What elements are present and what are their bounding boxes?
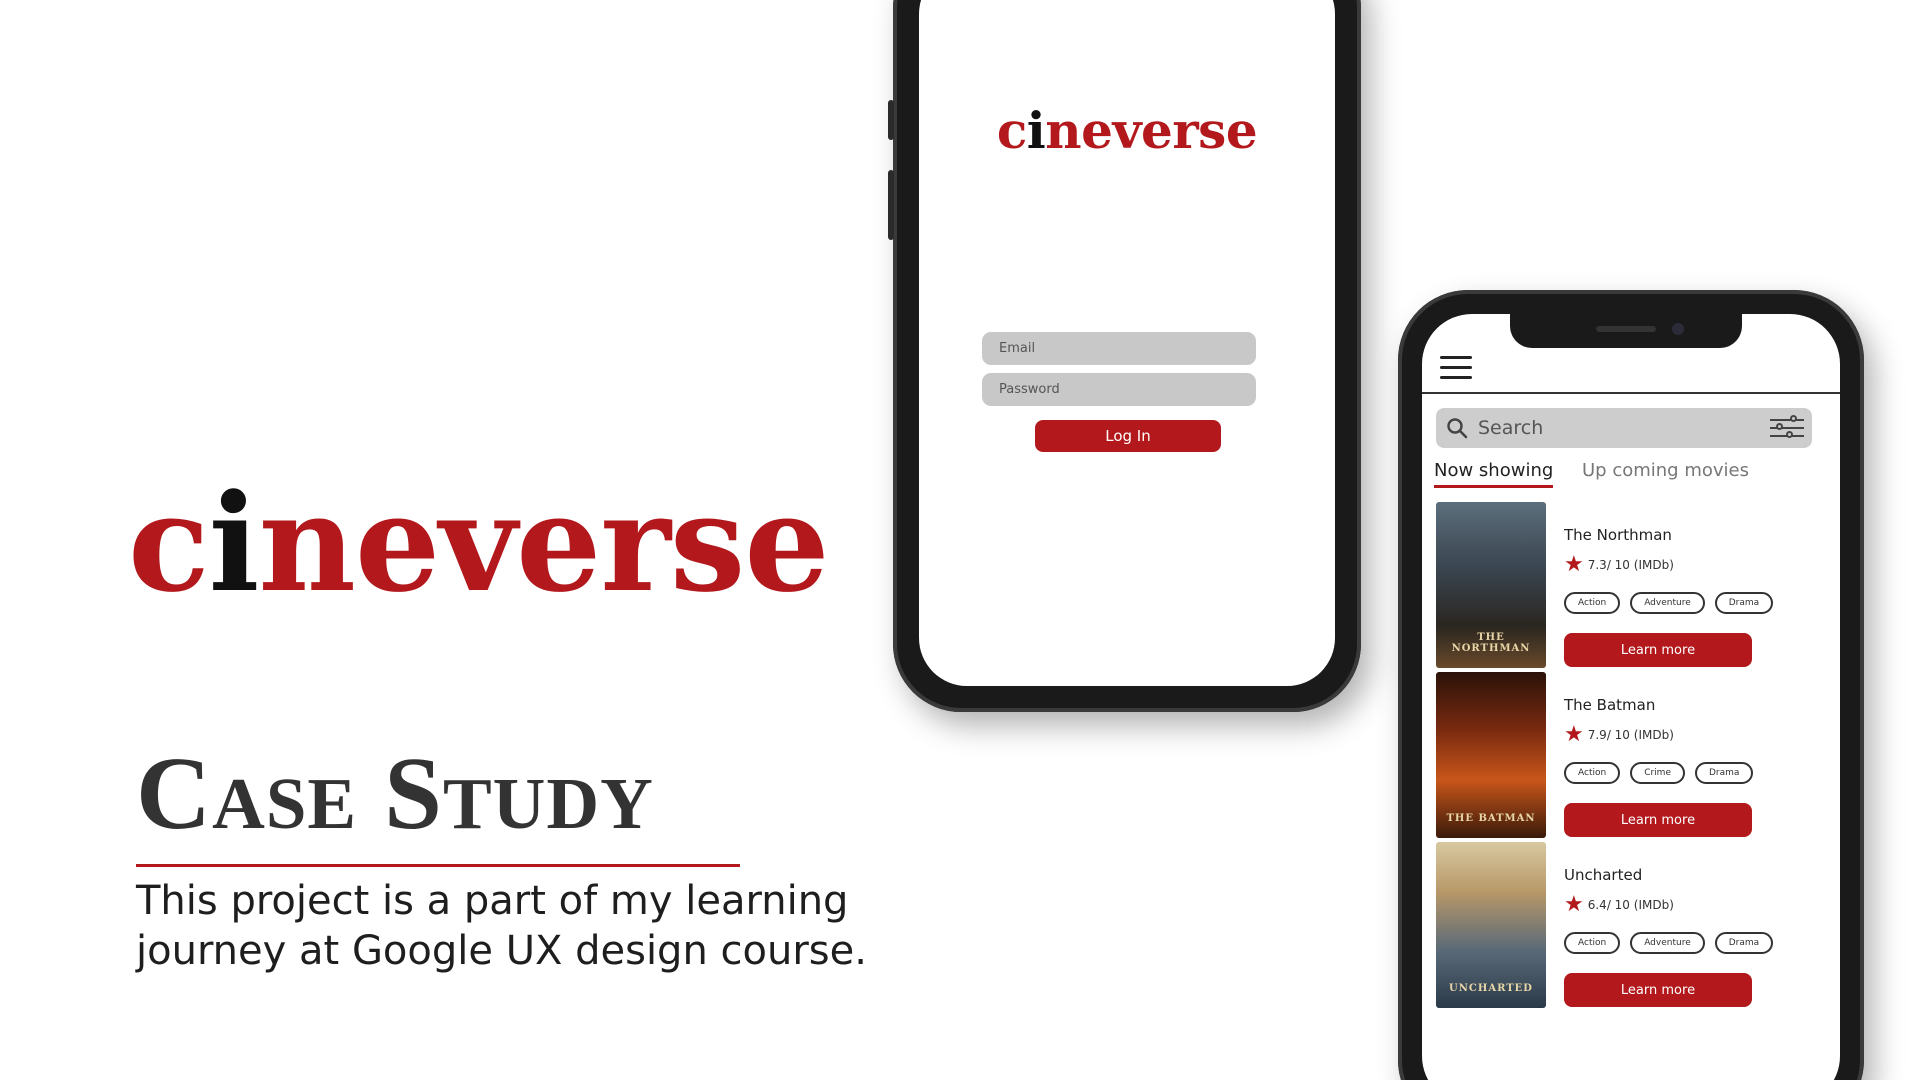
case-study-title: Case Study bbox=[136, 736, 654, 851]
email-field[interactable] bbox=[982, 332, 1256, 365]
movie-rating: ★ 7.9/ 10 (IMDb) bbox=[1564, 724, 1674, 746]
hamburger-menu-icon[interactable] bbox=[1440, 356, 1472, 380]
movie-card: THE NORTHMAN The Northman ★ 7.3/ 10 (IMDb… bbox=[1436, 502, 1816, 672]
genre-tag[interactable]: Adventure bbox=[1630, 932, 1705, 954]
phone-side-button bbox=[888, 170, 894, 240]
genre-tags: Action Adventure Drama bbox=[1564, 592, 1774, 614]
learn-more-button[interactable]: Learn more bbox=[1564, 633, 1752, 667]
genre-tag[interactable]: Adventure bbox=[1630, 592, 1705, 614]
star-icon: ★ bbox=[1564, 722, 1584, 747]
phone-notch bbox=[1510, 314, 1742, 348]
movie-card: THE BATMAN The Batman ★ 7.9/ 10 (IMDb) Ac… bbox=[1436, 672, 1816, 842]
login-phone-mockup: cineverse Log In bbox=[888, 0, 1361, 712]
header-divider bbox=[1422, 392, 1840, 394]
brand-logo-large: cineverse bbox=[128, 464, 830, 622]
password-field[interactable] bbox=[982, 373, 1256, 406]
movie-title: The Batman bbox=[1564, 696, 1656, 714]
tab-upcoming-movies[interactable]: Up coming movies bbox=[1582, 460, 1749, 481]
learn-more-button[interactable]: Learn more bbox=[1564, 973, 1752, 1007]
genre-tag[interactable]: Drama bbox=[1714, 592, 1774, 614]
learn-more-button[interactable]: Learn more bbox=[1564, 803, 1752, 837]
search-icon bbox=[1447, 418, 1468, 439]
filter-sliders-icon[interactable] bbox=[1770, 415, 1804, 441]
movie-poster[interactable]: UNCHARTED bbox=[1436, 842, 1546, 1008]
genre-tag[interactable]: Action bbox=[1564, 932, 1621, 954]
camera-dot bbox=[1672, 323, 1684, 335]
movie-rating: ★ 6.4/ 10 (IMDb) bbox=[1564, 894, 1674, 916]
genre-tags: Action Crime Drama bbox=[1564, 762, 1754, 784]
login-button[interactable]: Log In bbox=[1035, 420, 1221, 452]
search-bar[interactable]: Search bbox=[1436, 408, 1812, 448]
genre-tag[interactable]: Action bbox=[1564, 762, 1621, 784]
star-icon: ★ bbox=[1564, 552, 1584, 577]
poster-title: UNCHARTED bbox=[1449, 983, 1533, 994]
movie-poster[interactable]: THE BATMAN bbox=[1436, 672, 1546, 838]
login-screen: cineverse Log In bbox=[919, 0, 1335, 686]
genre-tag[interactable]: Drama bbox=[1714, 932, 1774, 954]
genre-tag[interactable]: Action bbox=[1564, 592, 1621, 614]
login-brand-logo: cineverse bbox=[996, 101, 1258, 160]
phone-side-button bbox=[888, 100, 894, 140]
poster-title: THE NORTHMAN bbox=[1451, 632, 1531, 654]
genre-tag[interactable]: Drama bbox=[1694, 762, 1754, 784]
movie-title: The Northman bbox=[1564, 526, 1672, 544]
movie-poster[interactable]: THE NORTHMAN bbox=[1436, 502, 1546, 668]
speaker-grille bbox=[1596, 326, 1656, 332]
list-phone-mockup: Search Now showing Up coming movies THE … bbox=[1398, 290, 1864, 1080]
genre-tags: Action Adventure Drama bbox=[1564, 932, 1774, 954]
genre-tag[interactable]: Crime bbox=[1630, 762, 1685, 784]
star-icon: ★ bbox=[1564, 892, 1584, 917]
search-placeholder: Search bbox=[1478, 417, 1544, 439]
poster-title: THE BATMAN bbox=[1446, 813, 1536, 824]
rating-text: 7.9/ 10 (IMDb) bbox=[1587, 728, 1674, 742]
case-study-description: This project is a part of my learning jo… bbox=[136, 878, 867, 974]
tab-now-showing[interactable]: Now showing bbox=[1434, 460, 1554, 488]
movie-title: Uncharted bbox=[1564, 866, 1643, 884]
title-divider bbox=[136, 864, 740, 867]
movie-list-screen: Search Now showing Up coming movies THE … bbox=[1422, 314, 1840, 1080]
movie-card: UNCHARTED Uncharted ★ 6.4/ 10 (IMDb) Acti… bbox=[1436, 842, 1816, 1012]
rating-text: 7.3/ 10 (IMDb) bbox=[1587, 558, 1674, 572]
movie-rating: ★ 7.3/ 10 (IMDb) bbox=[1564, 554, 1674, 576]
rating-text: 6.4/ 10 (IMDb) bbox=[1587, 898, 1674, 912]
